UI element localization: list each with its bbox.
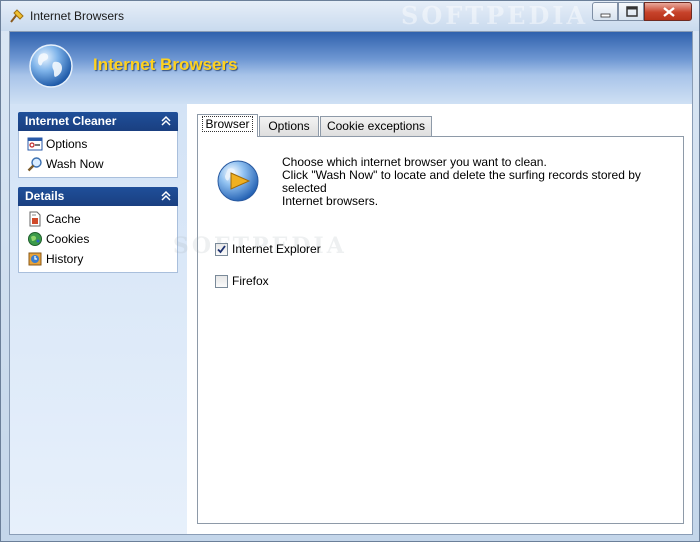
collapse-chevron-icon[interactable] (160, 115, 172, 127)
sidebar-item-cookies[interactable]: Cookies (19, 229, 177, 249)
sidebar-item-label: Options (46, 137, 88, 151)
panel-title: Details (25, 189, 65, 203)
sidebar-item-label: Cookies (46, 232, 90, 246)
browser-tab-page: SOFTPEDIA Choose which internet browser … (173, 136, 684, 524)
panel-body: Cache Cookies History (18, 206, 178, 273)
client-area: Internet Browsers Internet Cleaner Optio… (9, 31, 693, 535)
browser-globe-icon (217, 160, 259, 202)
broom-app-icon (10, 9, 24, 23)
task-pane: Internet Cleaner Options Wash Now Detail… (10, 104, 187, 534)
globe-icon (29, 44, 73, 88)
close-button[interactable] (644, 2, 692, 21)
sidebar-item-cache[interactable]: Cache (19, 209, 177, 229)
sidebar-item-label: History (46, 252, 84, 266)
tab-options[interactable]: Options (259, 116, 319, 136)
minimize-button[interactable] (592, 2, 618, 21)
maximize-button[interactable] (618, 2, 644, 21)
sidebar-item-wash-now[interactable]: Wash Now (19, 154, 177, 174)
panel-header-internet-cleaner[interactable]: Internet Cleaner (18, 112, 178, 131)
tab-label: Cookie exceptions (326, 119, 426, 133)
description-line: Internet browsers. (282, 194, 379, 208)
window-title: Internet Browsers (30, 9, 125, 23)
internet-cleaner-panel: Internet Cleaner Options Wash Now (18, 112, 178, 178)
sidebar-item-history[interactable]: History (19, 249, 177, 269)
wash-now-icon (27, 157, 42, 172)
panel-header-details[interactable]: Details (18, 187, 178, 206)
maximize-icon (626, 6, 638, 17)
tab-browser[interactable]: Browser (197, 114, 258, 137)
minimize-icon (600, 13, 611, 18)
internet-explorer-checkbox[interactable] (215, 243, 228, 256)
browser-description: Choose which internet browser you want t… (282, 156, 672, 208)
watermark: SOFTPEDIA (401, 1, 589, 30)
checkbox-label: Internet Explorer (232, 242, 321, 256)
description-line: Click "Wash Now" to locate and delete th… (282, 168, 641, 195)
tab-cookie-exceptions[interactable]: Cookie exceptions (320, 116, 432, 136)
checkbox-label: Firefox (232, 274, 269, 288)
panel-title: Internet Cleaner (25, 114, 117, 128)
title-bar[interactable]: Internet Browsers SOFTPEDIA (1, 1, 699, 31)
checkmark-icon (217, 245, 226, 254)
sidebar-item-label: Cache (46, 212, 81, 226)
header-banner: Internet Browsers (10, 32, 692, 104)
history-icon (28, 252, 42, 266)
close-icon (663, 7, 675, 17)
details-panel: Details Cache Cookies History (18, 187, 178, 273)
collapse-chevron-icon[interactable] (160, 190, 172, 202)
firefox-checkbox[interactable] (215, 275, 228, 288)
sidebar-item-label: Wash Now (46, 157, 104, 171)
tab-label: Browser (202, 116, 253, 132)
main-content: Browser Options Cookie exceptions SOFTPE… (173, 104, 692, 534)
options-icon (27, 137, 43, 151)
banner-title: Internet Browsers (93, 55, 238, 74)
panel-body: Options Wash Now (18, 131, 178, 178)
app-window: Internet Browsers SOFTPEDIA Internet Bro… (0, 0, 700, 542)
cache-icon (29, 211, 41, 227)
cookies-icon (28, 232, 42, 246)
tab-label: Options (268, 119, 310, 133)
sidebar-item-options[interactable]: Options (19, 134, 177, 154)
